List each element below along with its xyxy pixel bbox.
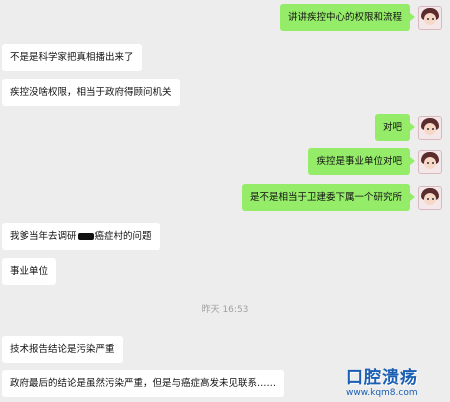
watermark-title: 口腔溃疡: [346, 368, 418, 388]
message-bubble[interactable]: 政府最后的结论是虽然污染严重，但是与癌症高发未见联系……: [2, 370, 285, 397]
message-bubble[interactable]: 我爹当年去调研 癌症村的问题: [2, 223, 160, 250]
message-row-outgoing: 讲讲疾控中心的权限和流程: [279, 4, 442, 31]
avatar[interactable]: [418, 115, 442, 140]
message-bubble[interactable]: 讲讲疾控中心的权限和流程: [279, 4, 416, 31]
message-bubble[interactable]: 技术报告结论是污染严重: [2, 336, 123, 363]
message-bubble[interactable]: 疾控是事业单位对吧: [308, 148, 415, 175]
message-row-incoming: 不是是科学家把真相播出来了: [2, 44, 142, 71]
message-row-incoming: 疾控没啥权限，相当于政府得顾问机关: [2, 79, 180, 106]
chat-timestamp: 昨天 16:53: [201, 305, 249, 315]
message-row-incoming: 我爹当年去调研 癌症村的问题: [2, 223, 160, 250]
message-bubble[interactable]: 是不是相当于卫建委下属一个研究所: [241, 184, 416, 211]
message-row-outgoing: 是不是相当于卫建委下属一个研究所: [241, 184, 442, 211]
redaction-mark: [77, 233, 94, 240]
message-text-before: 我爹当年去调研: [10, 231, 77, 242]
message-row-outgoing: 疾控是事业单位对吧: [308, 148, 442, 175]
site-watermark: 口腔溃疡 www.kqm8.com: [346, 369, 446, 398]
message-row-incoming: 政府最后的结论是虽然污染严重，但是与癌症高发未见联系……: [2, 370, 285, 397]
message-row-incoming: 事业单位: [2, 258, 57, 285]
message-bubble[interactable]: 事业单位: [2, 258, 57, 285]
message-text-after: 癌症村的问题: [94, 231, 152, 242]
avatar[interactable]: [418, 5, 442, 30]
avatar[interactable]: [418, 149, 442, 174]
message-bubble[interactable]: 对吧: [374, 114, 416, 141]
message-bubble[interactable]: 不是是科学家把真相播出来了: [2, 44, 142, 71]
message-bubble[interactable]: 疾控没啥权限，相当于政府得顾问机关: [2, 79, 180, 106]
message-row-outgoing: 对吧: [374, 114, 442, 141]
avatar[interactable]: [418, 185, 442, 210]
message-row-incoming: 技术报告结论是污染严重: [2, 336, 123, 363]
watermark-url: www.kqm8.com: [346, 388, 418, 398]
